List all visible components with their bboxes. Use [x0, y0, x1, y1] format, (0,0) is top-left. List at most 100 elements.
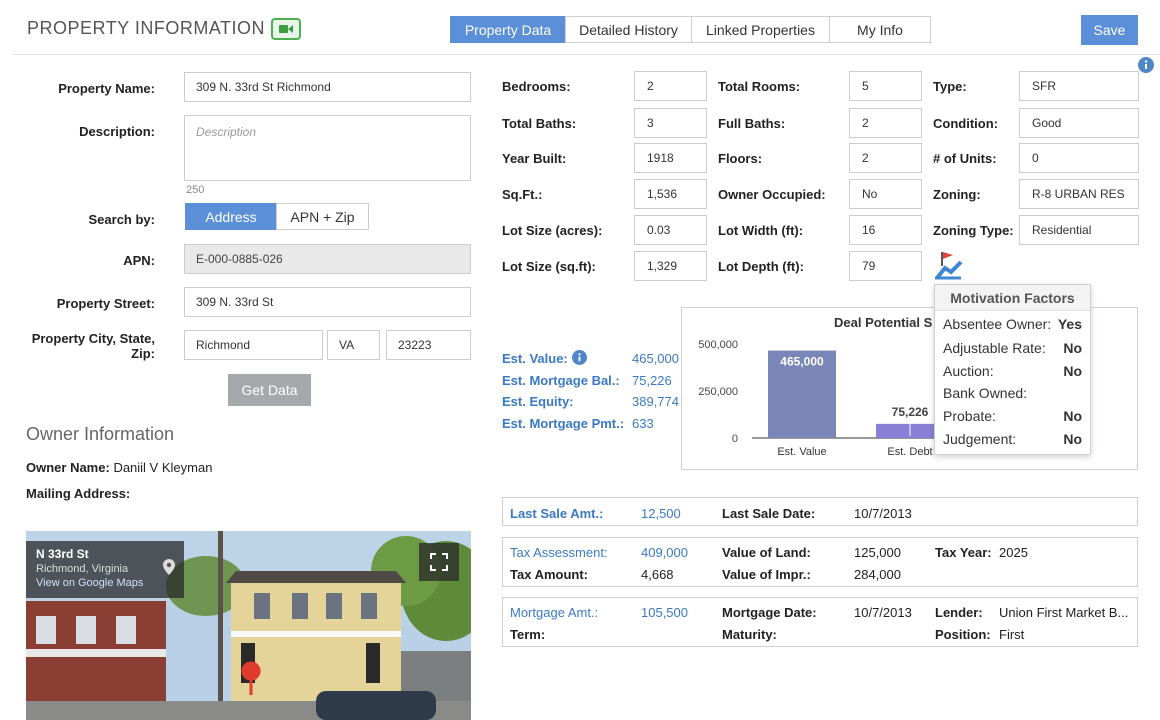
position-label: Position:	[935, 627, 991, 642]
motivation-row: Adjustable Rate: No	[943, 340, 1082, 356]
value-of-impr-value: 284,000	[854, 567, 901, 582]
lot-depth-input[interactable]: 79	[849, 251, 922, 281]
header-divider	[12, 54, 1160, 55]
tab-detailed-history[interactable]: Detailed History	[565, 16, 692, 43]
lender-label: Lender:	[935, 605, 983, 620]
motivation-row: Absentee Owner: Yes	[943, 316, 1082, 332]
est-mortgage-pmt-label: Est. Mortgage Pmt.:	[502, 415, 625, 431]
motivation-label: Bank Owned:	[943, 385, 1028, 401]
y-tick-label: 500,000	[698, 339, 738, 351]
state-input[interactable]: VA	[327, 330, 380, 360]
type-input[interactable]: SFR	[1019, 71, 1139, 101]
y-tick-label: 0	[732, 433, 738, 445]
est-value-info-icon[interactable]	[572, 348, 632, 370]
estimates-block: Est. Value: 465,000 Est. Mortgage Bal.: …	[502, 348, 679, 434]
bedrooms-label: Bedrooms:	[502, 79, 571, 94]
mortgage-amt-value: 105,500	[641, 605, 688, 620]
motivation-row: Probate: No	[943, 408, 1082, 424]
map-street: N 33rd St	[36, 547, 89, 561]
est-equity-value: 389,774	[632, 394, 679, 409]
sqft-input[interactable]: 1,536	[634, 179, 707, 209]
tab-my-info[interactable]: My Info	[829, 16, 931, 43]
units-label: # of Units:	[933, 151, 997, 166]
search-by-label: Search by:	[88, 212, 155, 227]
est-mortgage-bal-row: Est. Mortgage Bal.: 75,226	[502, 370, 679, 392]
mortgage-date-label: Mortgage Date:	[722, 605, 817, 620]
full-baths-label: Full Baths:	[718, 116, 786, 131]
total-baths-label: Total Baths:	[502, 116, 577, 131]
value-of-impr-label: Value of Impr.:	[722, 567, 811, 582]
description-textarea[interactable]: Description	[184, 115, 471, 181]
city-label-line1: Property City, State,	[31, 331, 155, 346]
tax-amount-value: 4,668	[641, 567, 674, 582]
lot-width-input[interactable]: 16	[849, 215, 922, 245]
bedrooms-input[interactable]: 2	[634, 71, 707, 101]
tax-panel: Tax Assessment: 409,000 Tax Amount: 4,66…	[502, 537, 1138, 587]
map-info-card[interactable]: N 33rd St Richmond, Virginia View on Goo…	[26, 541, 184, 598]
motivation-value: No	[1063, 363, 1082, 379]
est-mortgage-bal-value: 75,226	[632, 372, 672, 388]
motivation-label: Probate:	[943, 408, 996, 424]
maturity-label: Maturity:	[722, 627, 777, 642]
mortgage-panel: Mortgage Amt.: 105,500 Term: Mortgage Da…	[502, 597, 1138, 647]
zip-input[interactable]: 23223	[386, 330, 471, 360]
search-by-apn-zip-button[interactable]: APN + Zip	[276, 203, 369, 230]
full-baths-input[interactable]: 2	[849, 108, 922, 138]
motivation-value: Yes	[1057, 316, 1082, 332]
x-tick-label: Est. Debt	[887, 446, 932, 458]
motivation-flag-icon[interactable]	[935, 250, 963, 283]
tax-assessment-value: 409,000	[641, 545, 688, 560]
condition-label: Condition:	[933, 116, 998, 131]
position-value: First	[999, 627, 1025, 642]
lender-value: Union First Market B...	[999, 605, 1129, 620]
tab-property-data[interactable]: Property Data	[450, 16, 566, 43]
lot-depth-label: Lot Depth (ft):	[718, 259, 804, 274]
property-name-input[interactable]: 309 N. 33rd St Richmond	[184, 72, 471, 102]
info-icon[interactable]	[1138, 57, 1154, 76]
apn-input[interactable]: E-000-0885-026	[184, 244, 471, 274]
total-rooms-input[interactable]: 5	[849, 71, 922, 101]
lot-size-acres-input[interactable]: 0.03	[634, 215, 707, 245]
zoning-type-input[interactable]: Residential	[1019, 215, 1139, 245]
x-tick-label: Est. Value	[777, 446, 826, 458]
street-view-image[interactable]: N 33rd St Richmond, Virginia View on Goo…	[26, 531, 471, 720]
motivation-row: Bank Owned:	[943, 385, 1082, 401]
char-count: 250	[186, 184, 205, 196]
units-input[interactable]: 0	[1019, 143, 1139, 173]
owner-occupied-input[interactable]: No	[849, 179, 922, 209]
map-pin-icon	[163, 559, 175, 578]
fullscreen-icon[interactable]	[419, 543, 459, 581]
view-on-google-maps-link[interactable]: View on Google Maps	[36, 577, 174, 589]
property-street-input[interactable]: 309 N. 33rd St	[184, 287, 471, 317]
year-built-input[interactable]: 1918	[634, 143, 707, 173]
property-city-state-zip-label: Property City, State, Zip:	[10, 331, 155, 361]
last-sale-amt-label: Last Sale Amt.:	[510, 506, 604, 521]
save-button[interactable]: Save	[1081, 15, 1138, 45]
zoning-input[interactable]: R-8 URBAN RES	[1019, 179, 1139, 209]
zoning-type-label: Zoning Type:	[933, 223, 1014, 238]
tab-linked-properties[interactable]: Linked Properties	[691, 16, 830, 43]
motivation-label: Judgement:	[943, 431, 1017, 447]
motivation-label: Auction:	[943, 363, 994, 379]
last-sale-date-label: Last Sale Date:	[722, 506, 816, 521]
floors-input[interactable]: 2	[849, 143, 922, 173]
owner-name-label: Owner Name:	[26, 460, 110, 475]
owner-name-row: Owner Name: Daniil V Kleyman	[26, 460, 212, 475]
search-by-address-button[interactable]: Address	[185, 203, 277, 230]
tax-assessment-label: Tax Assessment:	[510, 545, 608, 560]
lot-size-sqft-input[interactable]: 1,329	[634, 251, 707, 281]
motivation-row: Auction: No	[943, 363, 1082, 379]
map-city: Richmond, Virginia	[36, 563, 129, 575]
bar-data-label: 75,226	[892, 405, 929, 419]
total-baths-input[interactable]: 3	[634, 108, 707, 138]
video-button[interactable]	[271, 18, 301, 40]
est-value-label: Est. Value:	[502, 351, 568, 366]
motivation-row: Judgement: No	[943, 431, 1082, 447]
zoning-label: Zoning:	[933, 187, 981, 202]
get-data-button[interactable]: Get Data	[228, 374, 311, 406]
city-input[interactable]: Richmond	[184, 330, 323, 360]
condition-input[interactable]: Good	[1019, 108, 1139, 138]
tax-year-value: 2025	[999, 545, 1028, 560]
est-mortgage-bal-label: Est. Mortgage Bal.:	[502, 372, 620, 388]
est-mortgage-pmt-row: Est. Mortgage Pmt.: 633	[502, 413, 679, 435]
